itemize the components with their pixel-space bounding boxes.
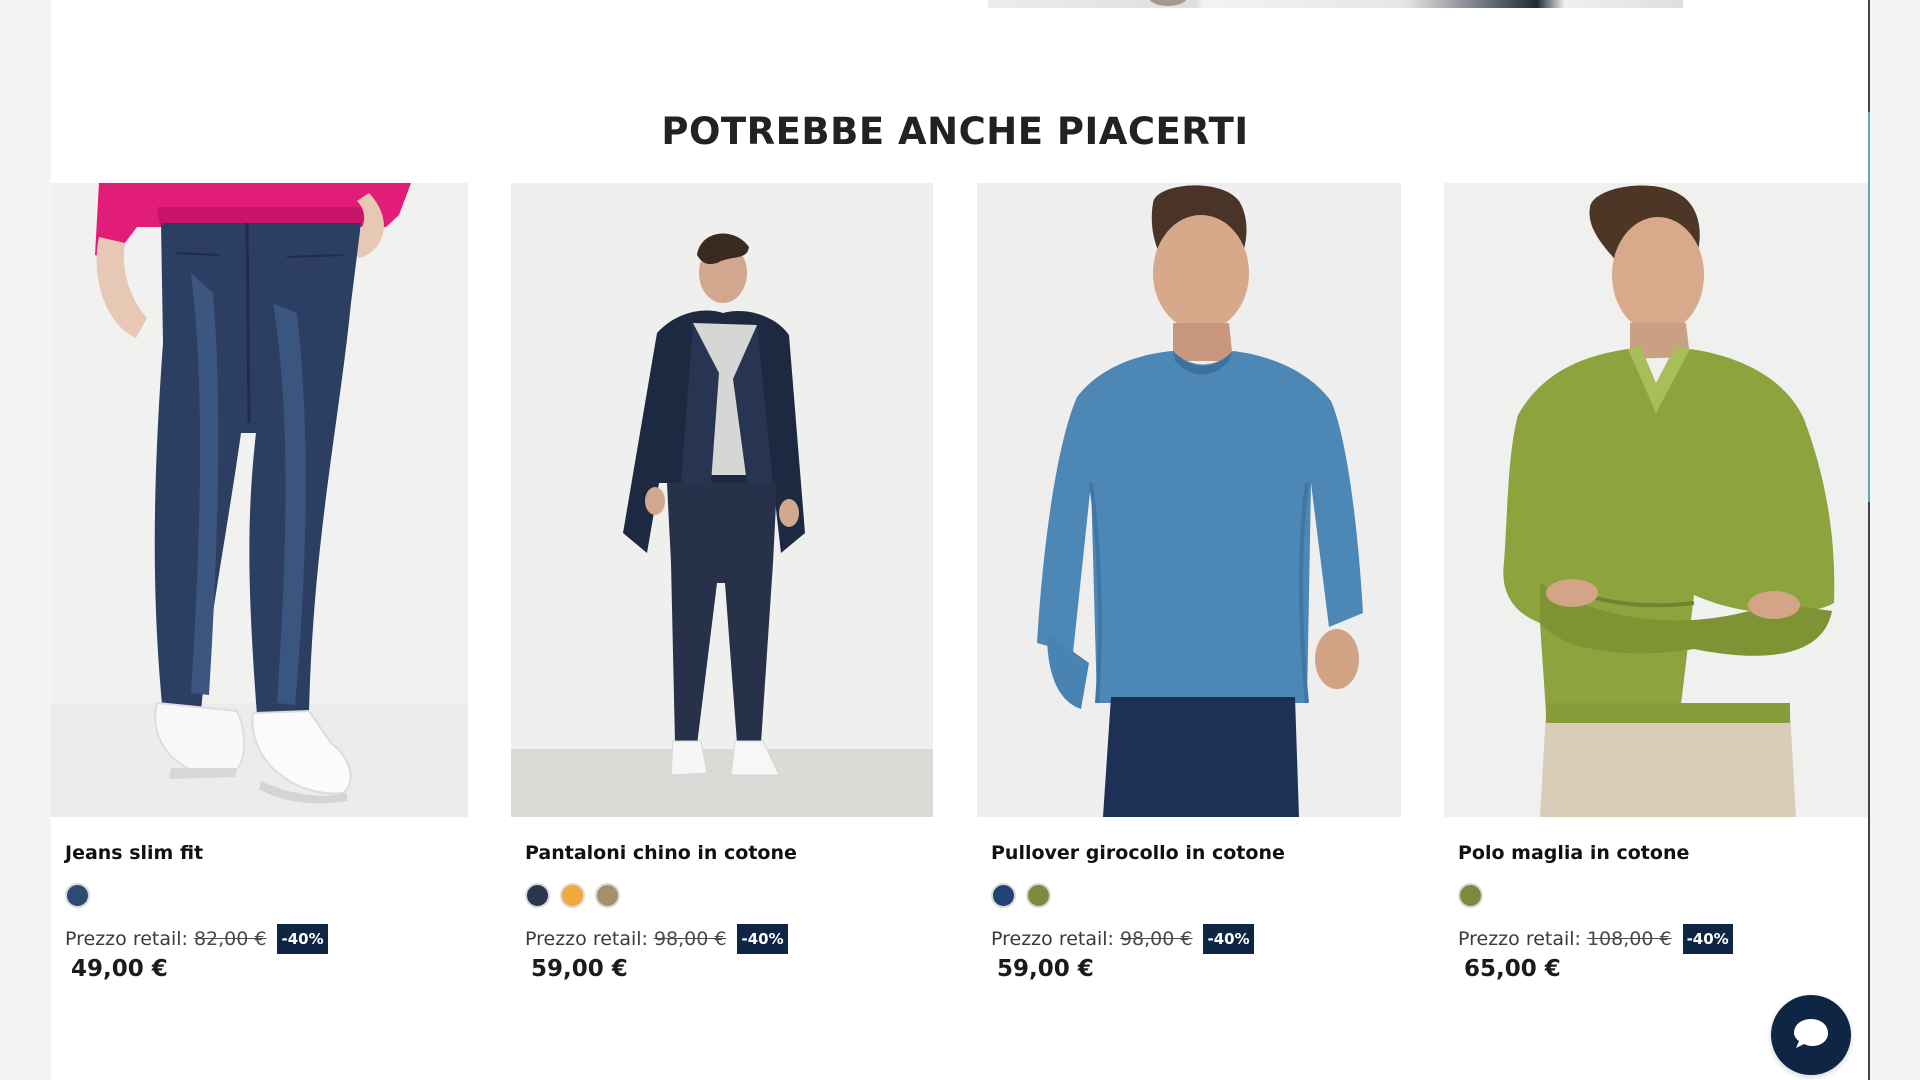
color-swatch[interactable] — [595, 883, 620, 908]
retail-price-line: Prezzo retail: 108,00 € -40% — [1458, 924, 1733, 954]
product-card[interactable]: Pantaloni chino in cotone Prezzo retail:… — [511, 183, 933, 1003]
pullover-product-photo — [977, 183, 1401, 817]
chat-button[interactable] — [1771, 995, 1851, 1075]
old-price: 98,00 € — [1119, 928, 1193, 950]
product-name[interactable]: Polo maglia in cotone — [1458, 842, 1689, 864]
discount-badge: -40% — [1203, 924, 1254, 954]
product-image[interactable] — [1444, 183, 1868, 817]
product-name[interactable]: Jeans slim fit — [65, 842, 203, 864]
color-swatch[interactable] — [1026, 883, 1051, 908]
price-label: Prezzo retail: — [525, 928, 648, 950]
color-swatch[interactable] — [560, 883, 585, 908]
discount-badge: -40% — [277, 924, 328, 954]
product-card[interactable]: Jeans slim fit Prezzo retail: 82,00 € -4… — [51, 183, 468, 1003]
section-title: POTREBBE ANCHE PIACERTI — [661, 110, 1249, 153]
product-name[interactable]: Pantaloni chino in cotone — [525, 842, 797, 864]
product-card[interactable]: Polo maglia in cotone Prezzo retail: 108… — [1444, 183, 1868, 1003]
color-swatch[interactable] — [991, 883, 1016, 908]
chat-bubble-icon — [1794, 1019, 1828, 1048]
color-swatches — [525, 883, 620, 911]
current-price: 59,00 € — [531, 956, 628, 982]
color-swatches — [991, 883, 1051, 911]
product-card[interactable]: Pullover girocollo in cotone Prezzo reta… — [977, 183, 1401, 1003]
old-price: 82,00 € — [193, 928, 267, 950]
current-price: 59,00 € — [997, 956, 1094, 982]
product-image[interactable] — [511, 183, 933, 817]
current-price: 49,00 € — [71, 956, 168, 982]
product-image[interactable] — [51, 183, 468, 817]
price-label: Prezzo retail: — [991, 928, 1114, 950]
retail-price-line: Prezzo retail: 98,00 € -40% — [525, 924, 788, 954]
color-swatches — [1458, 883, 1483, 911]
product-name[interactable]: Pullover girocollo in cotone — [991, 842, 1285, 864]
retail-price-line: Prezzo retail: 82,00 € -40% — [65, 924, 328, 954]
page-edge-divider — [1868, 0, 1870, 1080]
color-swatch[interactable] — [1458, 883, 1483, 908]
old-price: 98,00 € — [653, 928, 727, 950]
previous-section-image-bottom — [988, 0, 1683, 8]
color-swatches — [65, 883, 90, 911]
price-label: Prezzo retail: — [1458, 928, 1581, 950]
discount-badge: -40% — [1682, 924, 1733, 954]
product-image[interactable] — [977, 183, 1401, 817]
price-label: Prezzo retail: — [65, 928, 188, 950]
current-price: 65,00 € — [1464, 956, 1561, 982]
old-price: 108,00 € — [1586, 928, 1672, 950]
polo-product-photo — [1444, 183, 1868, 817]
jeans-product-photo — [51, 183, 468, 817]
discount-badge: -40% — [737, 924, 788, 954]
retail-price-line: Prezzo retail: 98,00 € -40% — [991, 924, 1254, 954]
color-swatch[interactable] — [65, 883, 90, 908]
chino-product-photo — [511, 183, 933, 817]
color-swatch[interactable] — [525, 883, 550, 908]
